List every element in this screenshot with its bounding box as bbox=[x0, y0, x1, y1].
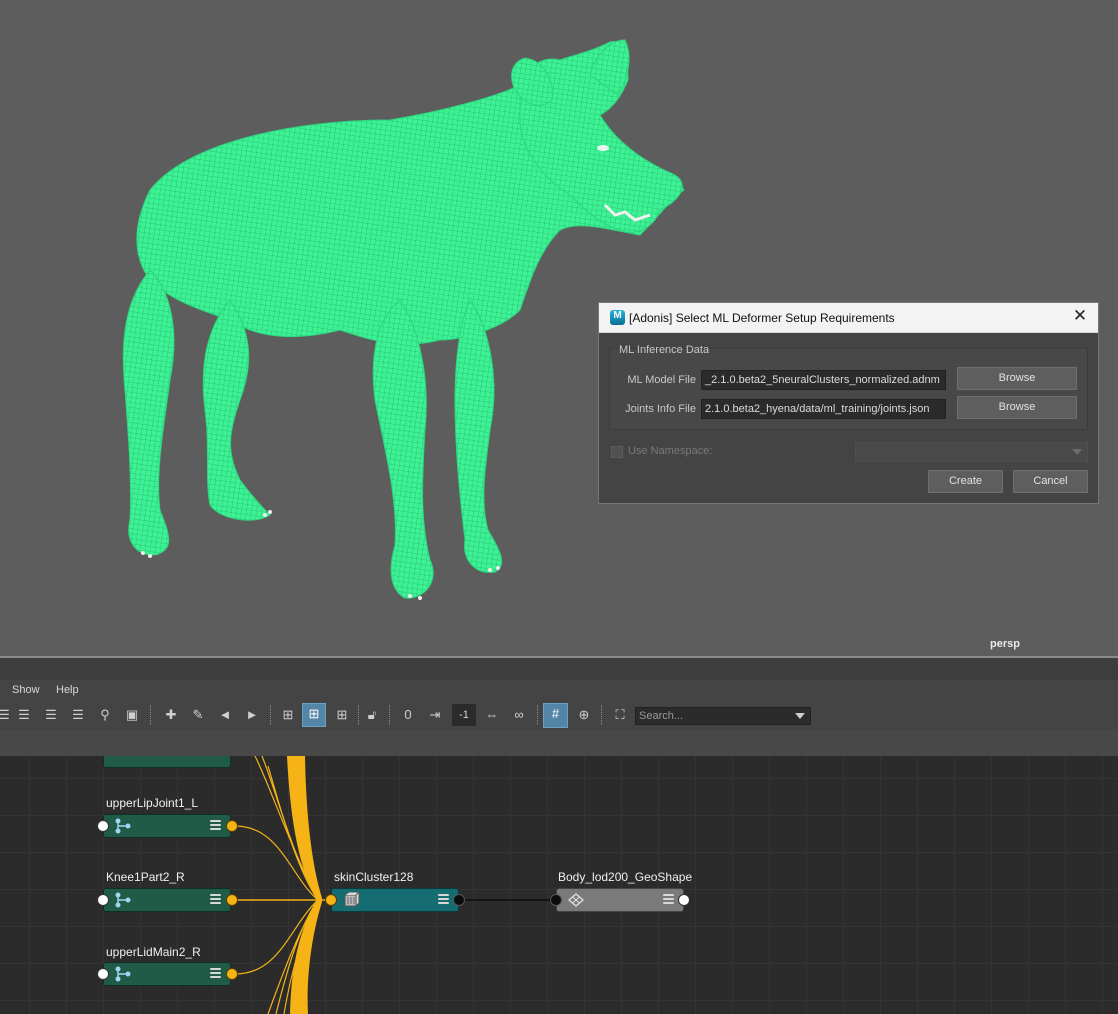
attribute-level-field[interactable]: -1 bbox=[452, 704, 476, 726]
attribute-expand-icon[interactable]: ⇔ bbox=[482, 705, 502, 725]
attribute-list-icon bbox=[438, 894, 449, 907]
maya-app-icon: M bbox=[610, 310, 625, 325]
node-label-upperLipJoint1_L: upperLipJoint1_L bbox=[106, 796, 199, 810]
panel-header bbox=[0, 658, 1118, 681]
node-Knee1Part2_R[interactable] bbox=[103, 888, 231, 912]
use-namespace-checkbox[interactable] bbox=[611, 446, 623, 458]
toolbar-separator bbox=[601, 705, 604, 725]
toolbar-separator bbox=[150, 705, 153, 725]
lock-icon[interactable]: 🔓︎ bbox=[362, 705, 382, 725]
toolbar-separator bbox=[537, 705, 540, 725]
toolbar-separator bbox=[270, 705, 273, 725]
ml-model-file-label: ML Model File bbox=[627, 374, 696, 386]
input-port[interactable] bbox=[97, 968, 109, 980]
input-port[interactable] bbox=[97, 894, 109, 906]
chevron-down-icon[interactable] bbox=[795, 713, 805, 719]
joint-icon bbox=[115, 818, 131, 834]
edit-node-icon[interactable]: ✎ bbox=[188, 705, 208, 725]
output-port[interactable] bbox=[226, 820, 238, 832]
skin-cluster-icon bbox=[344, 892, 360, 908]
output-connections-icon[interactable]: ► bbox=[242, 705, 262, 725]
node-label-skinCluster128: skinCluster128 bbox=[334, 870, 414, 884]
ml-model-file-input[interactable]: _2.1.0.beta2_5neuralClusters_normalized.… bbox=[701, 370, 946, 390]
camera-label: persp bbox=[990, 638, 1020, 650]
toolbar-separator bbox=[389, 705, 392, 725]
joint-icon bbox=[115, 966, 131, 982]
joints-info-file-label: Joints Info File bbox=[625, 403, 696, 415]
use-namespace-label: Use Namespace: bbox=[628, 445, 713, 457]
search-input[interactable] bbox=[636, 708, 792, 724]
attribute-all-icon[interactable]: ∞ bbox=[509, 705, 529, 725]
chevron-down-icon bbox=[1072, 449, 1082, 455]
node-upperLidMain2_R[interactable] bbox=[103, 962, 231, 986]
dialog-title: [Adonis] Select ML Deformer Setup Requir… bbox=[629, 311, 895, 325]
output-port[interactable] bbox=[678, 894, 690, 906]
grid-icon[interactable]: # bbox=[543, 703, 568, 728]
toolbar-separator bbox=[358, 705, 361, 725]
node-graph-canvas[interactable]: upperLipJoint1_L Knee1Part2_R upperLidMa… bbox=[0, 756, 1118, 1014]
input-port[interactable] bbox=[325, 894, 337, 906]
attribute-list-icon bbox=[210, 820, 221, 833]
input-connections-icon[interactable]: ◄ bbox=[215, 705, 235, 725]
node-joint-partial[interactable] bbox=[103, 756, 231, 768]
group-title: ML Inference Data bbox=[619, 344, 710, 356]
snap-grid-icon[interactable]: ⊕ bbox=[574, 705, 594, 725]
node-skinCluster128[interactable] bbox=[331, 888, 459, 912]
create-button[interactable]: Create bbox=[928, 470, 1003, 493]
graph-input-icon[interactable]: ⊞ bbox=[278, 705, 298, 725]
node-upperLipJoint1_L[interactable] bbox=[103, 814, 231, 838]
node-Body_lod200_GeoShape[interactable] bbox=[556, 888, 684, 912]
input-port[interactable] bbox=[97, 820, 109, 832]
search-field[interactable] bbox=[635, 707, 811, 725]
joints-info-browse-button[interactable]: Browse bbox=[957, 396, 1077, 419]
ml-deformer-setup-dialog: M [Adonis] Select ML Deformer Setup Requ… bbox=[598, 302, 1099, 504]
layout-connected-icon[interactable]: ☰ bbox=[41, 705, 61, 725]
mesh-icon bbox=[568, 893, 584, 907]
frame-selected-icon[interactable]: ▣ bbox=[122, 705, 142, 725]
node-editor-menubar: Show Help bbox=[0, 680, 1118, 700]
node-editor-tab-strip bbox=[0, 730, 1118, 757]
joints-info-file-input[interactable]: 2.1.0.beta2_hyena/data/ml_training/joint… bbox=[701, 399, 946, 419]
output-port[interactable] bbox=[453, 894, 465, 906]
graph-output-icon[interactable]: ⊞ bbox=[332, 705, 352, 725]
dialog-titlebar[interactable]: M [Adonis] Select ML Deformer Setup Requ… bbox=[599, 303, 1098, 333]
output-port[interactable] bbox=[226, 968, 238, 980]
namespace-dropdown[interactable] bbox=[855, 442, 1088, 462]
attribute-list-icon bbox=[210, 968, 221, 981]
close-icon[interactable]: ✕ bbox=[1070, 306, 1090, 326]
layout-simple-icon[interactable]: ☰ bbox=[14, 705, 34, 725]
search-icon[interactable]: ⚲ bbox=[95, 705, 115, 725]
ml-model-browse-button[interactable]: Browse bbox=[957, 367, 1077, 390]
add-selected-icon[interactable]: ✚ bbox=[161, 705, 181, 725]
menu-show[interactable]: Show bbox=[12, 684, 40, 696]
input-port[interactable] bbox=[550, 894, 562, 906]
layout-icon[interactable]: ☰ bbox=[0, 705, 14, 725]
node-label-Knee1Part2_R: Knee1Part2_R bbox=[106, 870, 185, 884]
layout-full-icon[interactable]: ☰ bbox=[68, 705, 88, 725]
attribute-list-icon bbox=[663, 894, 674, 907]
cancel-button[interactable]: Cancel bbox=[1013, 470, 1088, 493]
node-label-upperLidMain2_R: upperLidMain2_R bbox=[106, 945, 201, 959]
attribute-collapse-icon[interactable]: ⇥ bbox=[425, 705, 445, 725]
node-label-Body_lod200_GeoShape: Body_lod200_GeoShape bbox=[558, 870, 693, 884]
graph-io-icon[interactable]: ⊞ bbox=[302, 703, 326, 727]
output-port[interactable] bbox=[226, 894, 238, 906]
menu-help[interactable]: Help bbox=[56, 684, 79, 696]
attribute-zero-icon[interactable]: 0 bbox=[398, 705, 418, 725]
joint-icon bbox=[115, 892, 131, 908]
node-editor-toolbar: ☰ ☰ ☰ ☰ ⚲ ▣ ✚ ✎ ◄ ► ⊞ ⊞ ⊞ 🔓︎ 0 ⇥ -1 ⇔ ∞ … bbox=[0, 700, 1118, 730]
attribute-list-icon bbox=[210, 894, 221, 907]
frame-all-icon[interactable]: ⛶ bbox=[610, 705, 630, 725]
